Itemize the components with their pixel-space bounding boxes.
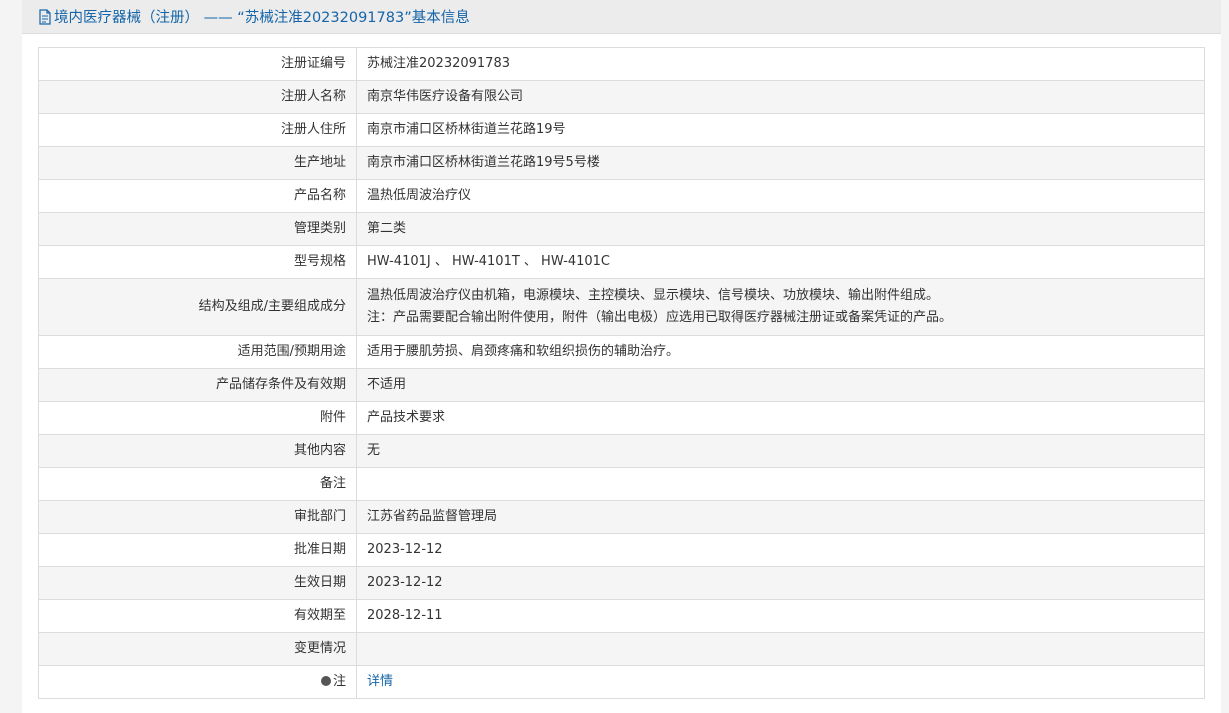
document-icon (39, 8, 51, 25)
note-label: 注 (332, 674, 346, 689)
table-row: 管理类别 第二类 (38, 212, 1205, 246)
table-row: 有效期至 2028-12-11 (38, 599, 1205, 633)
table-row: 注册证编号 苏械注准20232091783 (38, 47, 1205, 81)
row-value: HW-4101J 、 HW-4101T 、 HW-4101C (356, 245, 1205, 279)
row-label: 附件 (38, 401, 357, 435)
row-value: 无 (356, 434, 1205, 468)
table-row: 产品名称 温热低周波治疗仪 (38, 179, 1205, 213)
row-value: 产品技术要求 (356, 401, 1205, 435)
row-label: 型号规格 (38, 245, 357, 279)
row-label: 适用范围/预期用途 (38, 335, 357, 369)
table-row: 注册人住所 南京市浦口区桥林街道兰花路19号 (38, 113, 1205, 147)
row-value: 温热低周波治疗仪 (356, 179, 1205, 213)
table-row: 变更情况 (38, 632, 1205, 666)
table-row: 注 详情 (38, 665, 1205, 699)
table-row: 批准日期 2023-12-12 (38, 533, 1205, 567)
page-header: 境内医疗器械（注册） —— “苏械注准20232091783”基本信息 (22, 0, 1221, 34)
row-value: 不适用 (356, 368, 1205, 402)
row-value: 2023-12-12 (356, 566, 1205, 600)
row-label: 生效日期 (38, 566, 357, 600)
row-value: 温热低周波治疗仪由机箱，电源模块、主控模块、显示模块、信号模块、功放模块、输出附… (356, 278, 1205, 336)
row-label: 审批部门 (38, 500, 357, 534)
row-value: 2028-12-11 (356, 599, 1205, 633)
row-label: 批准日期 (38, 533, 357, 567)
row-value: 南京华伟医疗设备有限公司 (356, 80, 1205, 114)
row-label: 其他内容 (38, 434, 357, 468)
row-label: 产品名称 (38, 179, 357, 213)
row-label: 结构及组成/主要组成成分 (38, 278, 357, 336)
table-row: 生效日期 2023-12-12 (38, 566, 1205, 600)
row-value-line: 温热低周波治疗仪由机箱，电源模块、主控模块、显示模块、信号模块、功放模块、输出附… (367, 288, 940, 303)
row-value: 江苏省药品监督管理局 (356, 500, 1205, 534)
info-content: 注册证编号 苏械注准20232091783 注册人名称 南京华伟医疗设备有限公司… (38, 47, 1205, 699)
info-table: 注册证编号 苏械注准20232091783 注册人名称 南京华伟医疗设备有限公司… (38, 47, 1205, 699)
row-value-line: 注：产品需要配合输出附件使用，附件（输出电极）应选用已取得医疗器械注册证或备案凭… (367, 310, 953, 325)
table-row: 其他内容 无 (38, 434, 1205, 468)
row-value: 第二类 (356, 212, 1205, 246)
table-row: 审批部门 江苏省药品监督管理局 (38, 500, 1205, 534)
row-value (356, 632, 1205, 666)
row-value: 南京市浦口区桥林街道兰花路19号 (356, 113, 1205, 147)
table-row: 生产地址 南京市浦口区桥林街道兰花路19号5号楼 (38, 146, 1205, 180)
page: 境内医疗器械（注册） —— “苏械注准20232091783”基本信息 注册证编… (0, 0, 1229, 713)
table-row: 注册人名称 南京华伟医疗设备有限公司 (38, 80, 1205, 114)
row-label: 变更情况 (38, 632, 357, 666)
table-row: 备注 (38, 467, 1205, 501)
row-value: 南京市浦口区桥林街道兰花路19号5号楼 (356, 146, 1205, 180)
row-label-note: 注 (38, 665, 357, 699)
row-label: 产品储存条件及有效期 (38, 368, 357, 402)
table-row: 产品储存条件及有效期 不适用 (38, 368, 1205, 402)
page-title: 境内医疗器械（注册） —— “苏械注准20232091783”基本信息 (54, 10, 470, 26)
row-label: 有效期至 (38, 599, 357, 633)
left-gutter (0, 0, 22, 713)
row-label: 注册人名称 (38, 80, 357, 114)
row-value: 2023-12-12 (356, 533, 1205, 567)
row-label: 管理类别 (38, 212, 357, 246)
row-label: 注册人住所 (38, 113, 357, 147)
table-row: 结构及组成/主要组成成分 温热低周波治疗仪由机箱，电源模块、主控模块、显示模块、… (38, 278, 1205, 336)
right-gutter (1221, 0, 1229, 713)
details-link[interactable]: 详情 (367, 674, 393, 689)
row-value: 适用于腰肌劳损、肩颈疼痛和软组织损伤的辅助治疗。 (356, 335, 1205, 369)
row-label: 注册证编号 (38, 47, 357, 81)
table-row: 附件 产品技术要求 (38, 401, 1205, 435)
row-label: 生产地址 (38, 146, 357, 180)
row-value: 详情 (356, 665, 1205, 699)
note-icon (320, 676, 331, 686)
row-value: 苏械注准20232091783 (356, 47, 1205, 81)
table-row: 适用范围/预期用途 适用于腰肌劳损、肩颈疼痛和软组织损伤的辅助治疗。 (38, 335, 1205, 369)
row-label: 备注 (38, 467, 357, 501)
row-value (356, 467, 1205, 501)
table-row: 型号规格 HW-4101J 、 HW-4101T 、 HW-4101C (38, 245, 1205, 279)
